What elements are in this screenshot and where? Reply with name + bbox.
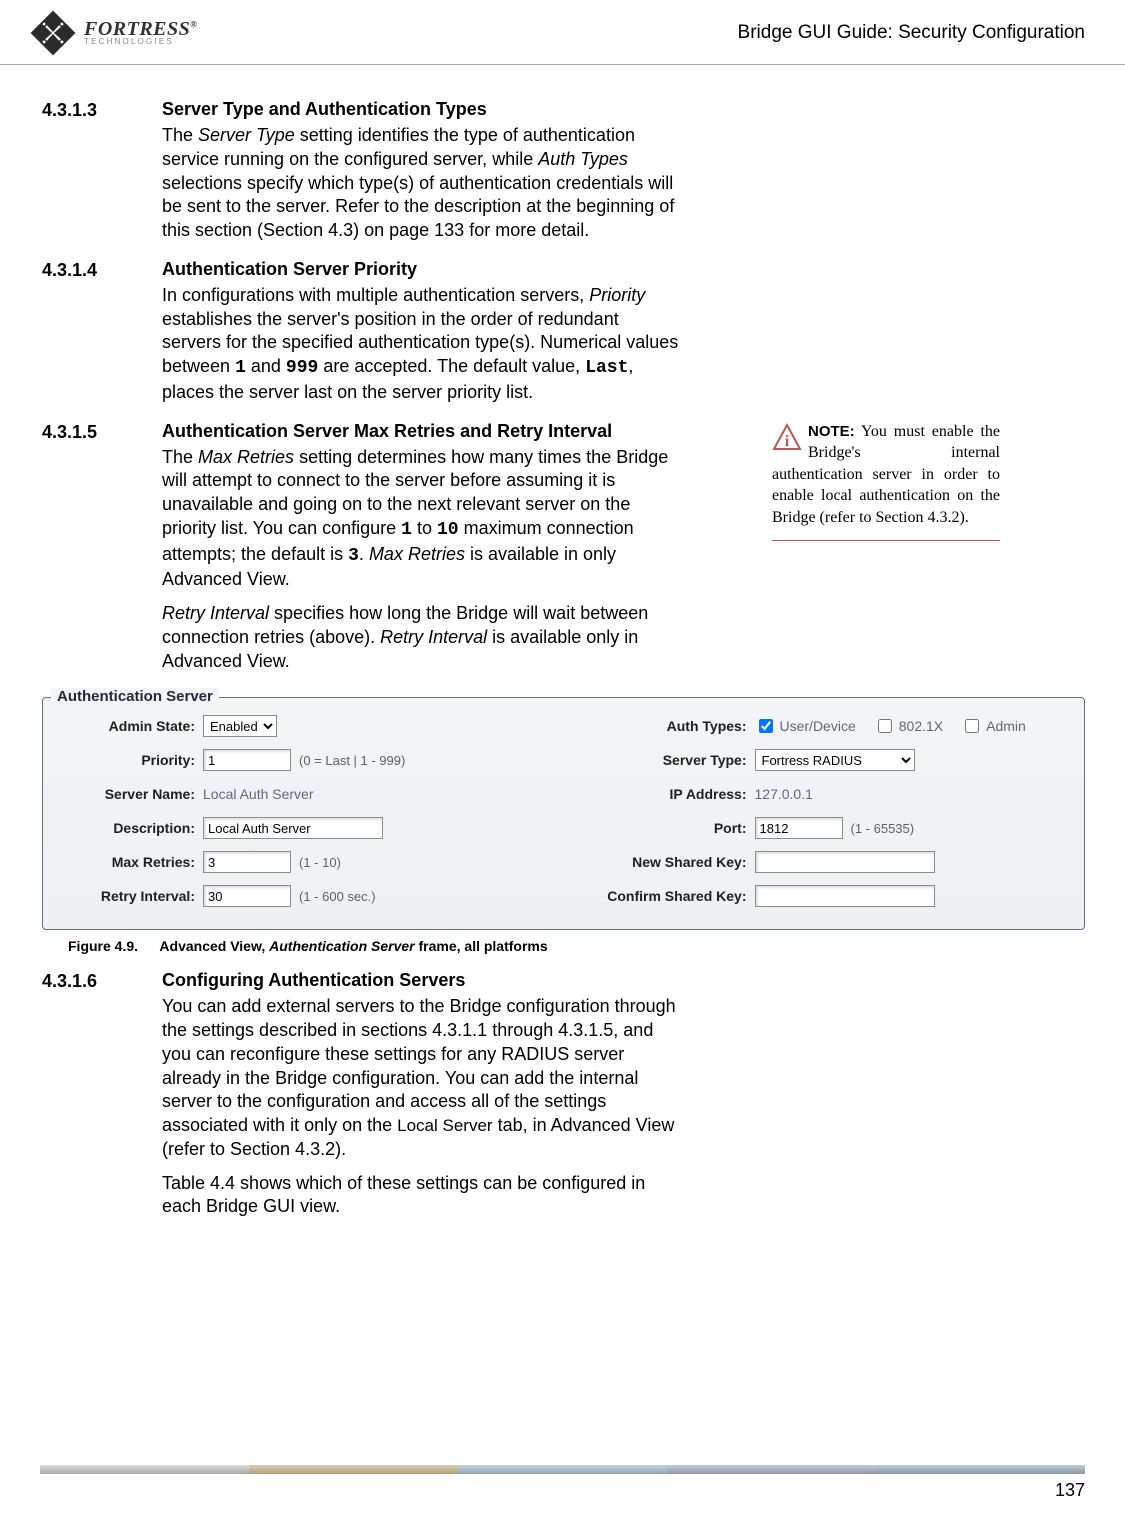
section-4-3-1-6: 4.3.1.6 Configuring Authentication Serve… — [42, 970, 1085, 1229]
label-retry-interval: Retry Interval: — [55, 888, 203, 904]
brand-text: FORTRESS® TECHNOLOGIES — [84, 20, 198, 45]
label-server-name: Server Name: — [55, 786, 203, 802]
retry-interval-input[interactable] — [203, 885, 291, 907]
confirm-shared-key-input[interactable] — [755, 885, 935, 907]
warning-triangle-icon: i — [772, 423, 802, 458]
brand-name: FORTRESS — [84, 18, 190, 40]
label-port: Port: — [579, 820, 755, 836]
brand-logo: FORTRESS® TECHNOLOGIES — [30, 10, 198, 56]
body-text: The Max Retries setting determines how m… — [162, 446, 682, 593]
auth-admin-checkbox[interactable]: Admin — [961, 716, 1026, 736]
body-text: In configurations with multiple authenti… — [162, 284, 682, 405]
new-shared-key-input[interactable] — [755, 851, 935, 873]
page-footer: 137 — [0, 1465, 1125, 1523]
label-description: Description: — [55, 820, 203, 836]
section-title: Configuring Authentication Servers — [162, 970, 682, 991]
section-number: 4.3.1.6 — [42, 970, 162, 1229]
page-title: Bridge GUI Guide: Security Configuration — [738, 22, 1085, 44]
body-text: Table 4.4 shows which of these settings … — [162, 1172, 682, 1220]
body-text: The Server Type setting identifies the t… — [162, 124, 682, 243]
label-admin-state: Admin State: — [55, 718, 203, 734]
figure-caption: Figure 4.9. Advanced View, Authenticatio… — [68, 938, 1085, 954]
section-title: Authentication Server Priority — [162, 259, 682, 280]
section-title: Authentication Server Max Retries and Re… — [162, 421, 682, 442]
priority-input[interactable] — [203, 749, 291, 771]
label-confirm-shared-key: Confirm Shared Key: — [579, 888, 755, 904]
note-prefix: NOTE: — [808, 423, 855, 440]
admin-state-select[interactable]: Enabled — [203, 715, 277, 737]
ip-address-value: 127.0.0.1 — [755, 786, 813, 802]
body-text: You can add external servers to the Brid… — [162, 995, 682, 1161]
section-title: Server Type and Authentication Types — [162, 99, 682, 120]
figure-auth-server-frame: Authentication Server Admin State: Enabl… — [42, 697, 1085, 930]
auth-8021x-checkbox[interactable]: 802.1X — [874, 716, 943, 736]
description-input[interactable] — [203, 817, 383, 839]
note-body: You must enable the Bridge's internal au… — [772, 423, 1000, 526]
section-number: 4.3.1.5 — [42, 421, 162, 684]
label-new-shared-key: New Shared Key: — [579, 854, 755, 870]
max-retries-hint: (1 - 10) — [299, 855, 341, 870]
page-header: FORTRESS® TECHNOLOGIES Bridge GUI Guide:… — [0, 0, 1125, 65]
server-type-select[interactable]: Fortress RADIUS — [755, 749, 915, 771]
max-retries-input[interactable] — [203, 851, 291, 873]
fieldset-legend: Authentication Server — [51, 688, 219, 705]
priority-hint: (0 = Last | 1 - 999) — [299, 753, 405, 768]
svg-text:i: i — [785, 433, 790, 450]
margin-note: i NOTE: You must enable the Bridge's int… — [772, 421, 1000, 542]
server-name-value: Local Auth Server — [203, 786, 314, 802]
section-number: 4.3.1.3 — [42, 99, 162, 253]
port-input[interactable] — [755, 817, 843, 839]
section-4-3-1-5: 4.3.1.5 Authentication Server Max Retrie… — [42, 421, 1085, 684]
registered-icon: ® — [190, 20, 197, 30]
port-hint: (1 - 65535) — [851, 821, 915, 836]
section-4-3-1-4: 4.3.1.4 Authentication Server Priority I… — [42, 259, 1085, 415]
section-4-3-1-3: 4.3.1.3 Server Type and Authentication T… — [42, 99, 1085, 253]
label-ip-address: IP Address: — [579, 786, 755, 802]
diamond-logo-icon — [30, 10, 76, 56]
section-number: 4.3.1.4 — [42, 259, 162, 415]
page-number: 137 — [40, 1480, 1085, 1501]
retry-interval-hint: (1 - 600 sec.) — [299, 889, 376, 904]
footer-accent-bar — [40, 1465, 1085, 1474]
auth-user-device-checkbox[interactable]: User/Device — [755, 716, 856, 736]
label-auth-types: Auth Types: — [579, 718, 755, 734]
label-priority: Priority: — [55, 752, 203, 768]
label-max-retries: Max Retries: — [55, 854, 203, 870]
body-text: Retry Interval specifies how long the Br… — [162, 602, 682, 673]
label-server-type: Server Type: — [579, 752, 755, 768]
